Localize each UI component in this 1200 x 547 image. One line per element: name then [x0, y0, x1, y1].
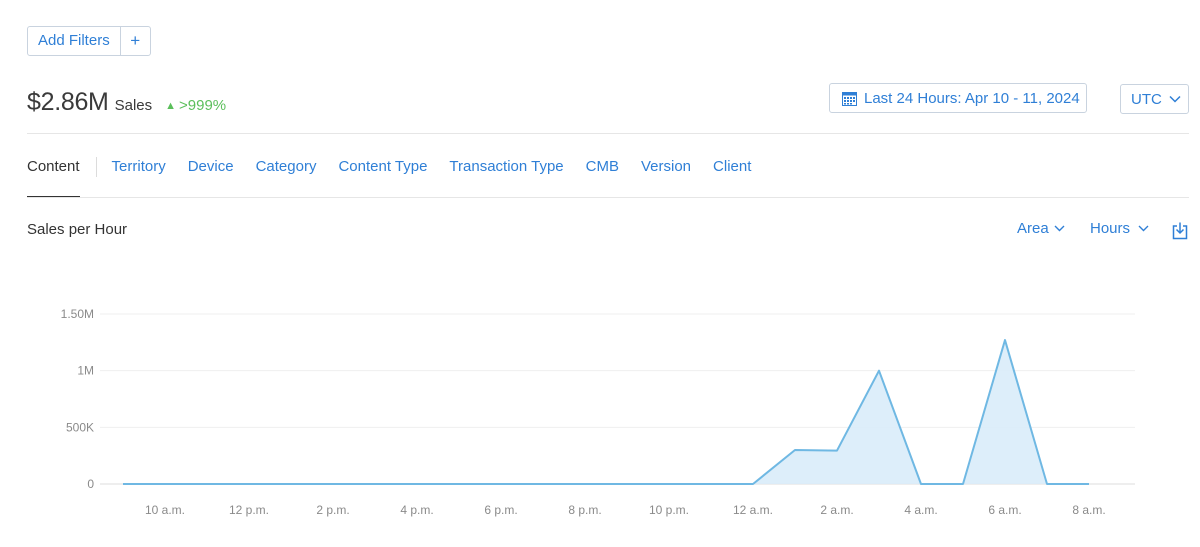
x-tick-label: 10 p.m.: [649, 503, 689, 517]
chevron-down-icon: [1054, 225, 1065, 232]
tab-cmb[interactable]: CMB: [586, 156, 619, 178]
chevron-down-icon: [1169, 95, 1181, 103]
date-range-button[interactable]: Last 24 Hours: Apr 10 - 11, 2024: [829, 83, 1087, 113]
summary-divider: [27, 133, 1189, 134]
tabs-divider: [27, 197, 1189, 198]
x-tick-label: 4 p.m.: [400, 503, 433, 517]
chart-type-label: Area: [1017, 220, 1049, 237]
x-tick-label: 6 a.m.: [988, 503, 1021, 517]
x-tick-label: 2 p.m.: [316, 503, 349, 517]
add-filters-control: Add Filters +: [27, 26, 151, 56]
x-tick-label: 8 p.m.: [568, 503, 601, 517]
sales-change-value: >999%: [179, 97, 227, 114]
y-tick-label: 500K: [66, 420, 94, 434]
add-filter-plus-button[interactable]: +: [119, 27, 150, 55]
download-icon[interactable]: [1172, 222, 1188, 240]
date-range-label: Last 24 Hours: Apr 10 - 11, 2024: [864, 89, 1080, 107]
sales-area-chart: 0 500K 1M 1.50M 10 a.m. 12 p.m. 2 p.m. 4 p.m. 6…: [61, 307, 1135, 517]
interval-dropdown[interactable]: Hours: [1090, 220, 1149, 237]
x-tick-label: 8 a.m.: [1072, 503, 1105, 517]
tab-territory[interactable]: Territory: [112, 156, 166, 178]
up-triangle-icon: ▲: [165, 100, 177, 112]
y-tick-label: 0: [87, 477, 94, 491]
timezone-label: UTC: [1131, 90, 1162, 108]
interval-label: Hours: [1090, 220, 1131, 237]
tab-device[interactable]: Device: [188, 156, 234, 178]
series-area-fill: [123, 340, 1089, 484]
calendar-icon: [842, 91, 857, 106]
timezone-dropdown[interactable]: UTC: [1120, 84, 1189, 114]
tab-separator: [95, 157, 97, 177]
sales-label: Sales: [114, 97, 153, 114]
chart-type-dropdown[interactable]: Area: [1017, 220, 1065, 237]
sales-summary: $2.86M Sales ▲ >999%: [27, 88, 226, 117]
y-tick-label: 1M: [77, 364, 94, 378]
dimension-tabs: Content Territory Device Category Conten…: [27, 156, 773, 198]
x-tick-label: 12 p.m.: [229, 503, 269, 517]
y-tick-label: 1.50M: [61, 307, 94, 321]
x-tick-label: 2 a.m.: [820, 503, 853, 517]
x-tick-label: 10 a.m.: [145, 503, 185, 517]
chart-title: Sales per Hour: [27, 221, 128, 238]
tab-transaction-type[interactable]: Transaction Type: [449, 156, 563, 178]
sales-total: $2.86M: [27, 88, 109, 116]
tab-category[interactable]: Category: [256, 156, 317, 178]
chevron-down-icon: [1138, 225, 1149, 232]
x-tick-label: 4 a.m.: [904, 503, 937, 517]
sales-change: ▲ >999%: [165, 97, 226, 114]
tab-version[interactable]: Version: [641, 156, 691, 178]
tab-client[interactable]: Client: [713, 156, 751, 178]
series-line: [123, 339, 1089, 485]
tab-content-type[interactable]: Content Type: [338, 156, 427, 178]
x-tick-label: 6 p.m.: [484, 503, 517, 517]
tab-content[interactable]: Content: [27, 156, 80, 198]
x-tick-label: 12 a.m.: [733, 503, 773, 517]
add-filters-button[interactable]: Add Filters: [28, 27, 120, 55]
